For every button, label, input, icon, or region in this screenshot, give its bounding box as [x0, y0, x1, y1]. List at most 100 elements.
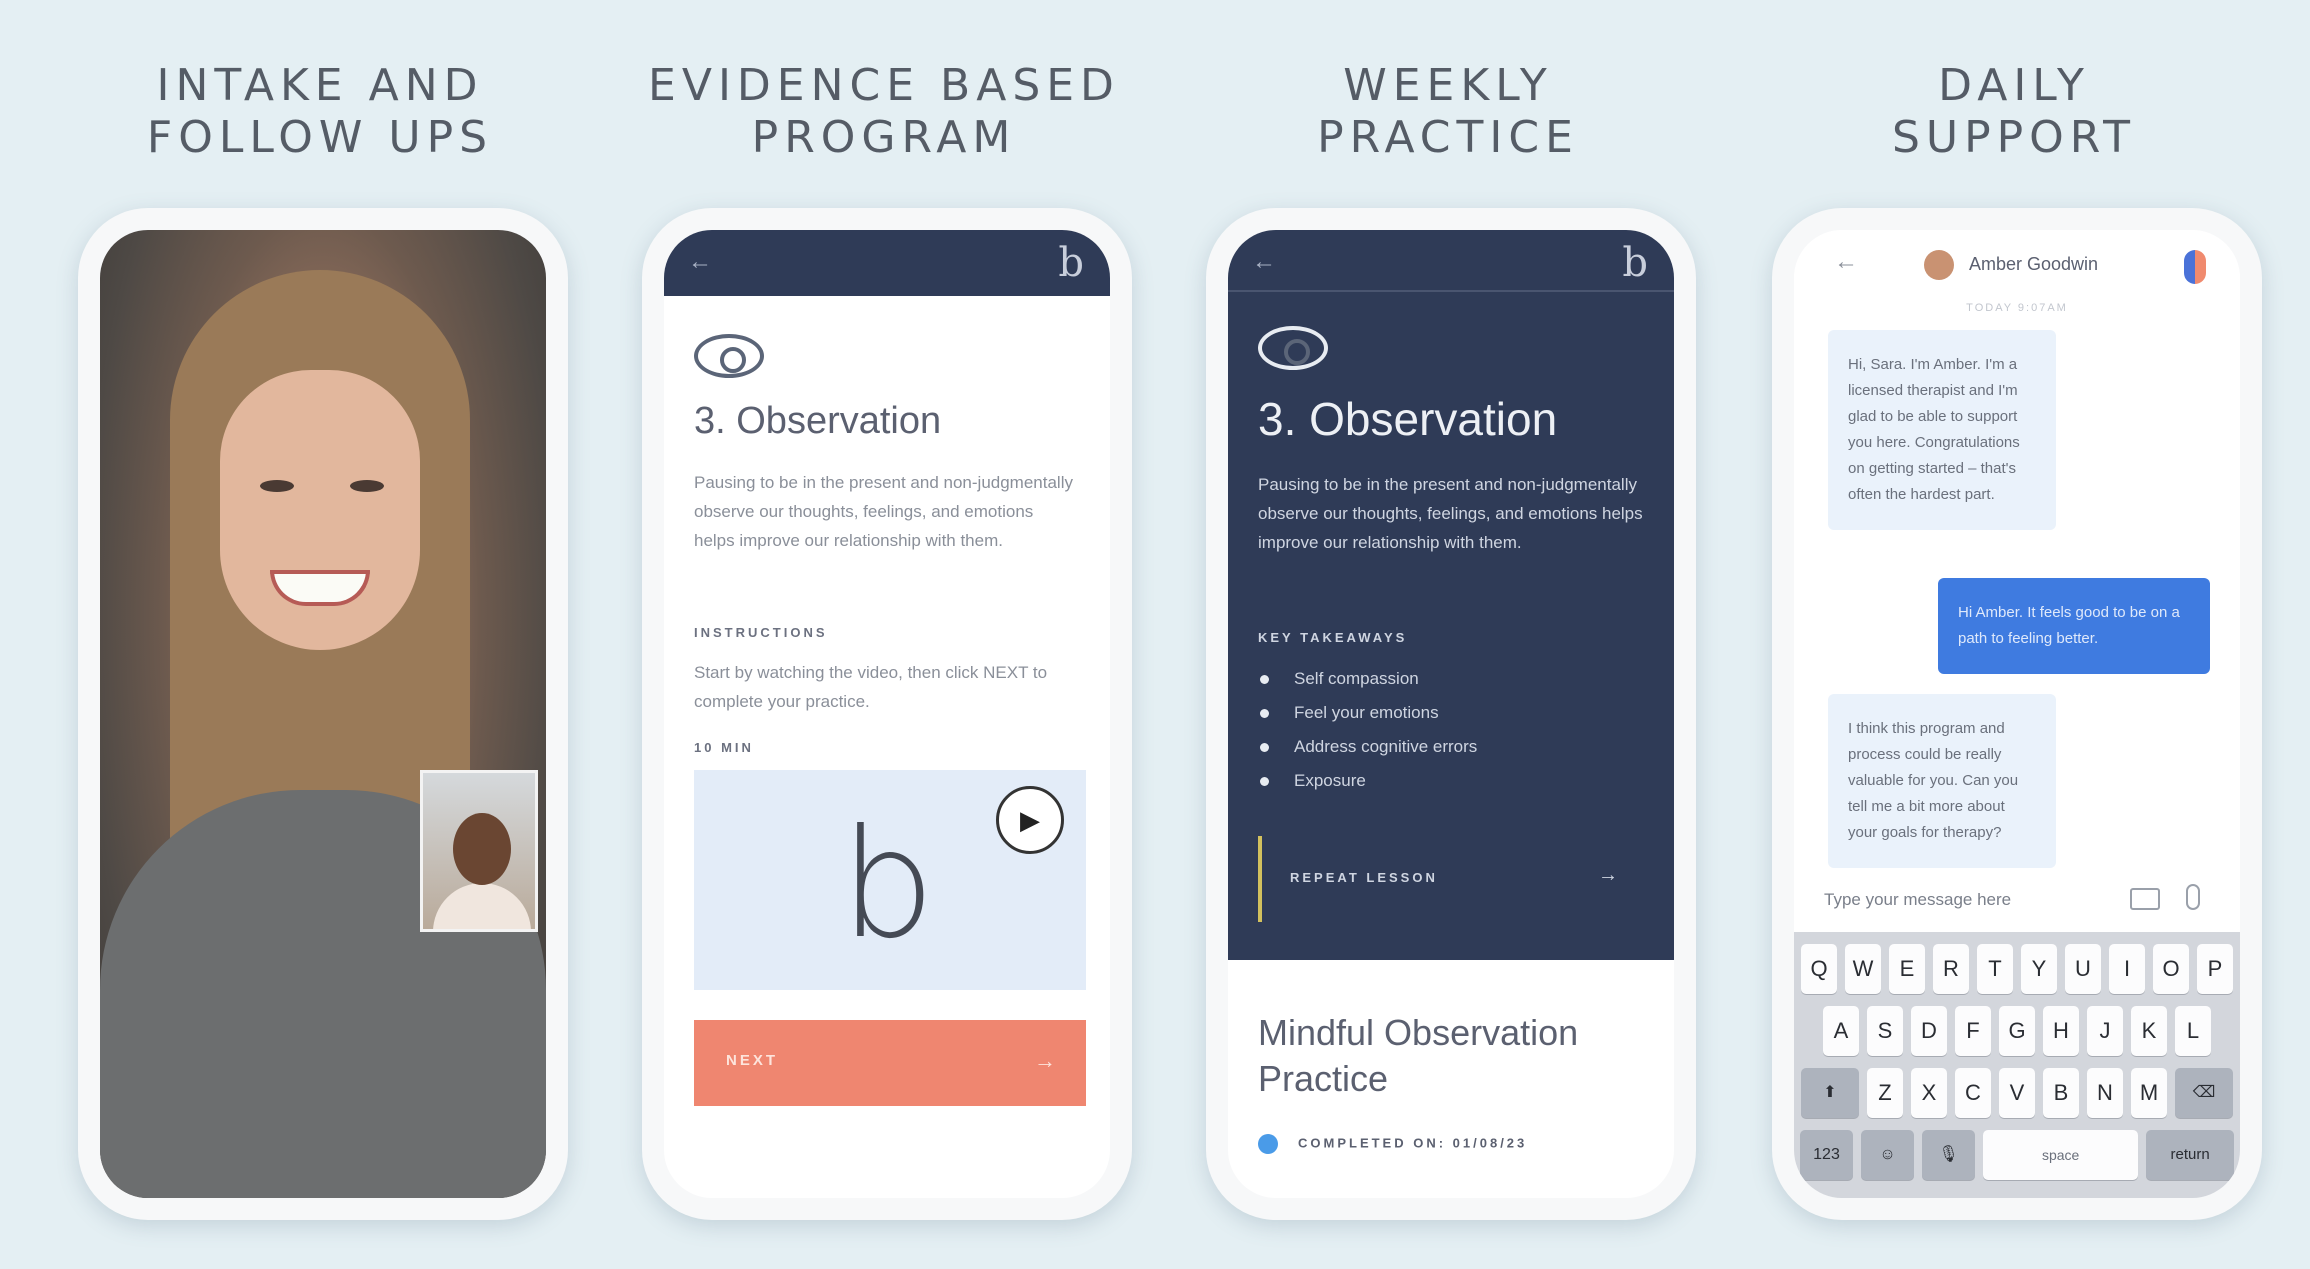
- key[interactable]: H: [2043, 1006, 2079, 1056]
- panel-program: EVIDENCE BASED PROGRAM ← b 3. Observatio…: [604, 0, 1164, 1269]
- key[interactable]: P: [2197, 944, 2233, 994]
- takeaway-item: Address cognitive errors: [1258, 730, 1477, 764]
- video-feed: [100, 230, 546, 1198]
- video-logo-icon: b: [840, 798, 936, 972]
- key[interactable]: U: [2065, 944, 2101, 994]
- self-view-thumbnail[interactable]: [420, 770, 538, 932]
- key[interactable]: M: [2131, 1068, 2167, 1118]
- delete-key-icon[interactable]: ⌫: [2175, 1068, 2233, 1118]
- takeaway-item: Feel your emotions: [1258, 696, 1477, 730]
- key[interactable]: Q: [1801, 944, 1837, 994]
- onscreen-keyboard: Q W E R T Y U I O P A S D F G H J K L ⬆ …: [1794, 932, 2240, 1198]
- key[interactable]: L: [2175, 1006, 2211, 1056]
- key[interactable]: I: [2109, 944, 2145, 994]
- back-arrow-icon[interactable]: ←: [1252, 248, 1276, 276]
- dictation-key-icon[interactable]: 🎙: [1921, 1130, 1975, 1180]
- takeaways-label: KEY TAKEAWAYS: [1258, 630, 1408, 645]
- duration-label: 10 MIN: [694, 740, 754, 755]
- lesson-description: Pausing to be in the present and non-jud…: [694, 473, 1073, 550]
- completed-date: COMPLETED ON: 01/08/23: [1298, 1135, 1528, 1151]
- video-subject-face: [220, 370, 420, 650]
- play-icon[interactable]: ▶: [996, 786, 1064, 854]
- header-divider: [1228, 290, 1674, 292]
- practice-title: Mindful Observation Practice: [1258, 1012, 1579, 1099]
- key[interactable]: G: [1999, 1006, 2035, 1056]
- key[interactable]: A: [1823, 1006, 1859, 1056]
- return-key[interactable]: return: [2146, 1130, 2234, 1180]
- video-player[interactable]: b ▶: [694, 770, 1086, 990]
- video-subject-eye: [350, 480, 384, 492]
- back-arrow-icon[interactable]: ←: [1834, 248, 1858, 276]
- lesson-description: Pausing to be in the present and non-jud…: [1258, 475, 1643, 552]
- panel-chat: DAILY SUPPORT ← Amber Goodwin TODAY 9:07…: [1734, 0, 2294, 1269]
- back-arrow-icon[interactable]: ←: [688, 248, 712, 276]
- repeat-lesson-button[interactable]: REPEAT LESSON →: [1258, 836, 1618, 922]
- key[interactable]: C: [1955, 1068, 1991, 1118]
- takeaway-item: Exposure: [1258, 764, 1477, 798]
- key[interactable]: X: [1911, 1068, 1947, 1118]
- video-call-screen: [100, 230, 546, 1198]
- chat-screen: ← Amber Goodwin TODAY 9:07AM Hi, Sara. I…: [1794, 230, 2240, 1198]
- emoji-key-icon[interactable]: ☺: [1861, 1130, 1914, 1180]
- key[interactable]: E: [1889, 944, 1925, 994]
- key[interactable]: B: [2043, 1068, 2079, 1118]
- panel-heading: EVIDENCE BASED PROGRAM: [648, 60, 1120, 163]
- repeat-lesson-label: REPEAT LESSON: [1290, 870, 1438, 885]
- key[interactable]: J: [2087, 1006, 2123, 1056]
- panel-heading: WEEKLY PRACTICE: [1317, 60, 1579, 163]
- panel-practice: WEEKLY PRACTICE ← b 3. Observation Pausi…: [1168, 0, 1728, 1269]
- phone-frame: [78, 208, 568, 1220]
- phone-frame: ← b 3. Observation Pausing to be in the …: [1206, 208, 1696, 1220]
- key[interactable]: W: [1845, 944, 1881, 994]
- practice-screen: ← b 3. Observation Pausing to be in the …: [1228, 230, 1674, 1198]
- app-header: ← b: [664, 230, 1110, 296]
- avatar[interactable]: [1924, 250, 1954, 280]
- app-logo-icon: b: [1622, 240, 1648, 286]
- panel-intake: INTAKE AND FOLLOW UPS: [40, 0, 600, 1269]
- instructions-label: INSTRUCTIONS: [694, 625, 828, 640]
- instructions-text: Start by watching the video, then click …: [694, 663, 1048, 711]
- message-incoming: I think this program and process could b…: [1828, 694, 2056, 868]
- check-icon: [1258, 1134, 1278, 1154]
- key[interactable]: F: [1955, 1006, 1991, 1056]
- message-outgoing: Hi Amber. It feels good to be on a path …: [1938, 578, 2210, 674]
- keyboard-row: ⬆ Z X C V B N M ⌫: [1800, 1068, 2234, 1118]
- key[interactable]: N: [2087, 1068, 2123, 1118]
- app-logo-icon: b: [1058, 240, 1084, 286]
- next-button-label: NEXT: [726, 1052, 779, 1069]
- key[interactable]: S: [1867, 1006, 1903, 1056]
- message-input-placeholder: Type your message here: [1824, 890, 2012, 909]
- video-icon[interactable]: [2130, 888, 2160, 910]
- lesson-title: 3. Observation: [694, 400, 942, 442]
- next-button[interactable]: NEXT →: [694, 1020, 1086, 1106]
- takeaways-list: Self compassion Feel your emotions Addre…: [1258, 662, 1477, 798]
- video-subject-eye: [260, 480, 294, 492]
- phone-frame: ← b 3. Observation Pausing to be in the …: [642, 208, 1132, 1220]
- message-incoming: Hi, Sara. I'm Amber. I'm a licensed ther…: [1828, 330, 2056, 530]
- key[interactable]: T: [1977, 944, 2013, 994]
- numbers-key[interactable]: 123: [1800, 1130, 1853, 1180]
- key[interactable]: O: [2153, 944, 2189, 994]
- eye-icon: [694, 334, 764, 378]
- shift-key-icon[interactable]: ⬆: [1801, 1068, 1859, 1118]
- phone-frame: ← Amber Goodwin TODAY 9:07AM Hi, Sara. I…: [1772, 208, 2262, 1220]
- self-view-face: [453, 813, 511, 885]
- contact-name: Amber Goodwin: [1969, 254, 2099, 274]
- takeaway-item: Self compassion: [1258, 662, 1477, 696]
- key[interactable]: Y: [2021, 944, 2057, 994]
- key[interactable]: K: [2131, 1006, 2167, 1056]
- keyboard-row: Q W E R T Y U I O P: [1800, 944, 2234, 994]
- arrow-right-icon: →: [1598, 864, 1618, 886]
- completion-status: COMPLETED ON: 01/08/23: [1258, 1134, 1527, 1154]
- space-key[interactable]: space: [1982, 1130, 2139, 1180]
- key[interactable]: Z: [1867, 1068, 1903, 1118]
- message-input[interactable]: Type your message here: [1794, 870, 2240, 930]
- key[interactable]: V: [1999, 1068, 2035, 1118]
- key[interactable]: R: [1933, 944, 1969, 994]
- timestamp: TODAY 9:07AM: [1966, 302, 2068, 314]
- keyboard-row: 123 ☺ 🎙 space return: [1800, 1130, 2234, 1180]
- panel-heading: DAILY SUPPORT: [1891, 60, 2137, 163]
- key[interactable]: D: [1911, 1006, 1947, 1056]
- microphone-icon[interactable]: [2186, 884, 2200, 910]
- eye-icon: [1258, 326, 1328, 370]
